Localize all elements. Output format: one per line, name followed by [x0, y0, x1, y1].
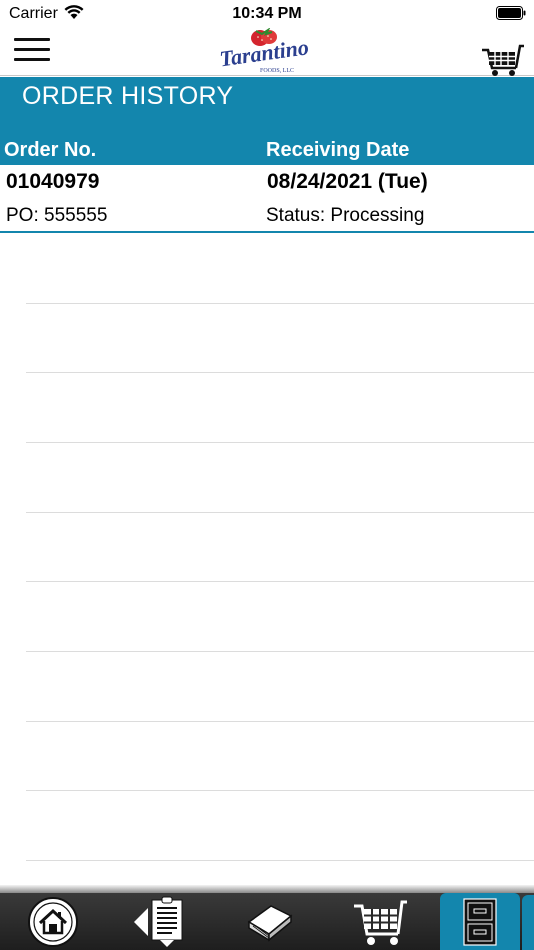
column-header-receiving-date: Receiving Date — [266, 139, 410, 161]
status-bar: Carrier 10:34 PM — [0, 0, 534, 28]
logo-wordmark: Tarantino — [218, 34, 310, 71]
list-separator — [26, 651, 534, 652]
receiving-date: 08/24/2021 (Tue) — [267, 170, 428, 193]
tab-bar-edge — [0, 885, 534, 893]
order-history-header: ORDER HISTORY Order No. Receiving Date — [0, 77, 534, 165]
tab-more[interactable] — [522, 895, 534, 950]
purchase-order-number: PO: 555555 — [6, 205, 108, 226]
tab-orders[interactable] — [105, 893, 215, 950]
cart-icon — [354, 900, 407, 945]
list-separator — [26, 790, 534, 791]
battery-icon — [496, 6, 526, 20]
tab-home[interactable] — [0, 893, 105, 950]
home-icon — [27, 896, 78, 947]
order-list-icon — [134, 896, 183, 947]
nav-bar: Tarantino FOODS, LLC — [0, 28, 534, 76]
catalog-book-icon — [247, 904, 293, 942]
order-number: 01040979 — [6, 170, 100, 193]
tab-bar — [0, 893, 534, 950]
tab-catalog[interactable] — [215, 893, 325, 950]
shopping-cart-icon[interactable] — [480, 42, 524, 78]
list-separator — [26, 372, 534, 373]
order-status: Status: Processing — [266, 205, 425, 226]
hamburger-menu-icon[interactable] — [14, 38, 50, 66]
tab-cart[interactable] — [325, 893, 435, 950]
page-title: ORDER HISTORY — [22, 82, 234, 110]
status-time: 10:34 PM — [232, 5, 302, 22]
file-cabinet-icon — [463, 897, 497, 946]
logo-subtitle: FOODS, LLC — [260, 68, 294, 74]
column-header-order-no: Order No. — [4, 139, 97, 161]
list-separator — [26, 303, 534, 304]
list-separator — [26, 442, 534, 443]
order-row[interactable]: 01040979 08/24/2021 (Tue) PO: 555555 Sta… — [0, 165, 534, 233]
tarantino-logo: Tarantino FOODS, LLC — [218, 28, 310, 74]
tab-order-history[interactable] — [440, 893, 520, 950]
list-separator — [26, 512, 534, 513]
list-separator — [26, 860, 534, 861]
list-separator — [26, 721, 534, 722]
list-separator — [26, 581, 534, 582]
